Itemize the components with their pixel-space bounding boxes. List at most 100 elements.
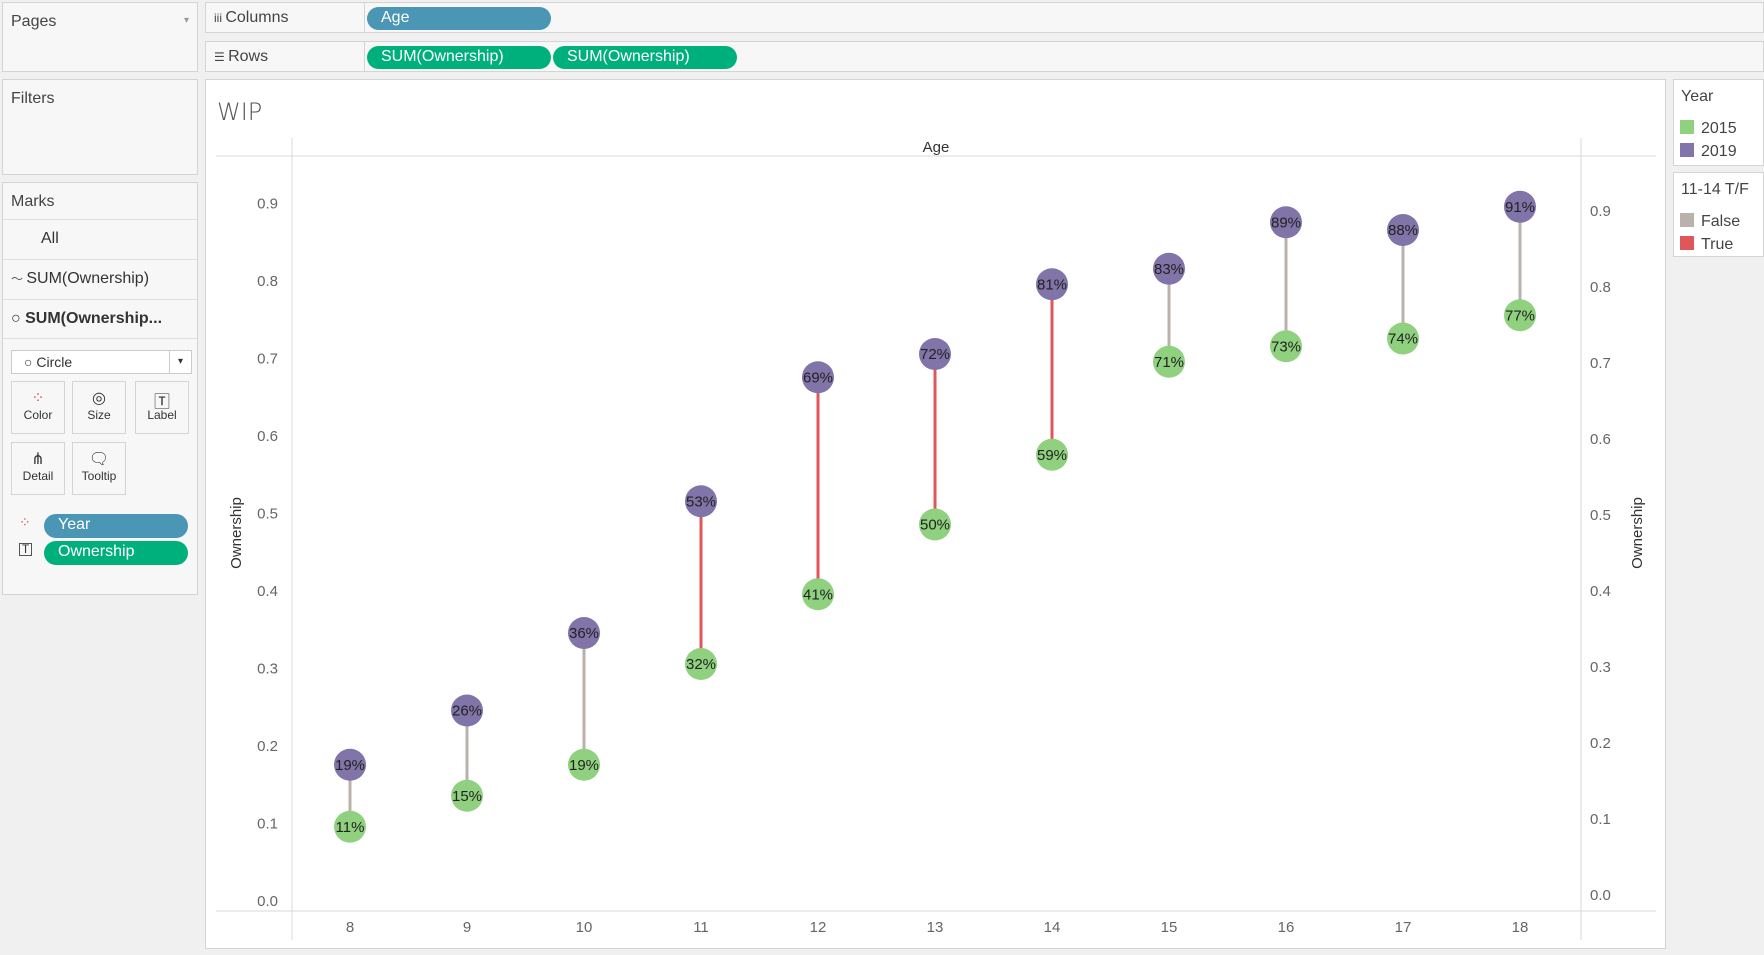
x-tick-label: 8	[346, 919, 354, 936]
pages-title: Pages	[11, 13, 57, 30]
button-label: Label	[147, 408, 177, 422]
columns-pill-age[interactable]: Age	[367, 7, 551, 30]
field-label: Year	[58, 516, 91, 533]
swatch	[1680, 236, 1694, 250]
text-label-icon: 🅃	[153, 394, 170, 411]
marks-all[interactable]: All	[3, 219, 197, 259]
data-label: 15%	[452, 788, 482, 805]
y-tick-label: 0.7	[257, 351, 278, 368]
legend-item-2019[interactable]: 2019	[1680, 143, 1737, 161]
color-button[interactable]: ⁘ Color	[11, 381, 65, 434]
marks-layer-line[interactable]: 〜 SUM(Ownership)	[3, 259, 197, 299]
size-button[interactable]: ◎ Size	[72, 381, 126, 434]
label-button[interactable]: 🅃 Label	[135, 381, 189, 434]
pill-label: Age	[381, 9, 410, 26]
text-label-icon: T	[19, 543, 32, 556]
filters-shelf[interactable]: Filters	[2, 79, 198, 175]
legend-label: False	[1701, 213, 1741, 230]
x-tick-label: 17	[1395, 919, 1412, 936]
x-tick-label: 14	[1044, 919, 1061, 936]
legend-item-true[interactable]: True	[1680, 236, 1733, 254]
pages-shelf[interactable]: Pages ▾	[2, 2, 198, 72]
y-tick-label-right: 0.5	[1590, 507, 1611, 524]
rows-shelf[interactable]: ☰ Rows SUM(Ownership) SUM(Ownership)	[205, 41, 1764, 72]
detail-icon: ⋔	[31, 451, 45, 468]
pill-label: SUM(Ownership)	[567, 48, 690, 65]
tooltip-button[interactable]: 🗨 Tooltip	[72, 442, 126, 495]
legend-title: 11-14 T/F	[1681, 181, 1749, 198]
x-tick-label: 18	[1512, 919, 1529, 936]
y-tick-label-right: 0.6	[1590, 431, 1611, 448]
data-label: 81%	[1037, 276, 1067, 293]
swatch	[1680, 213, 1694, 227]
columns-shelf[interactable]: iii Columns Age	[205, 2, 1764, 33]
data-label: 11%	[336, 819, 365, 836]
chevron-down-icon[interactable]: ▾	[169, 351, 191, 373]
layer-label: SUM(Ownership)	[26, 270, 150, 287]
marks-all-label: All	[41, 230, 59, 247]
x-tick-label: 16	[1278, 919, 1295, 936]
mark-type-dropdown[interactable]: ○ Circle ▾	[11, 350, 192, 374]
chevron-down-icon[interactable]: ▾	[184, 15, 189, 26]
y-tick-label-right: 0.4	[1590, 583, 1611, 600]
y-tick-label: 0.3	[257, 661, 278, 678]
data-label: 69%	[803, 369, 833, 386]
legend-item-false[interactable]: False	[1680, 213, 1740, 231]
y-tick-label-right: 0.8	[1590, 279, 1611, 296]
marks-field-year[interactable]: Year	[44, 514, 188, 538]
data-label: 26%	[452, 703, 482, 720]
rows-icon: ☰	[214, 50, 229, 64]
field-label: Ownership	[58, 543, 135, 560]
y-axis-title-right: Ownership	[1629, 497, 1646, 569]
data-label: 72%	[920, 346, 950, 363]
data-label: 88%	[1388, 222, 1418, 239]
filters-title: Filters	[11, 90, 55, 107]
legend-year: Year 2015 2019	[1673, 79, 1764, 166]
button-label: Tooltip	[81, 469, 117, 483]
legend-label: True	[1701, 236, 1734, 253]
data-label: 74%	[1388, 331, 1418, 348]
x-tick-label: 10	[576, 919, 593, 936]
data-label: 83%	[1154, 261, 1184, 278]
chart-svg: WIP Age Ownership Ownership 0.0 0.0 0.1 0.1…	[216, 98, 1656, 940]
y-tick-label-right: 0.0	[1590, 887, 1611, 904]
columns-icon: iii	[214, 11, 226, 25]
marks-layer-circle[interactable]: ○ SUM(Ownership...	[3, 299, 197, 339]
chart-title: WIP	[217, 98, 262, 126]
button-label: Color	[23, 408, 53, 422]
circle-icon: ○	[24, 354, 37, 370]
y-tick-label: 0.8	[257, 273, 278, 290]
x-tick-label: 13	[927, 919, 944, 936]
y-tick-label-right: 0.1	[1590, 811, 1611, 828]
legend-label: 2015	[1701, 120, 1737, 137]
swatch	[1680, 143, 1694, 157]
data-label: 89%	[1271, 214, 1301, 231]
data-label: 73%	[1271, 338, 1301, 355]
color-icon: ⁘	[19, 514, 31, 530]
data-label: 91%	[1505, 199, 1535, 216]
button-label: Size	[87, 408, 111, 422]
marks-field-ownership[interactable]: Ownership	[44, 541, 188, 565]
color-icon: ⁘	[31, 390, 45, 407]
size-icon: ◎	[92, 390, 106, 407]
legend-label: 2019	[1701, 143, 1737, 160]
y-tick-label: 0.2	[257, 738, 278, 755]
data-label: 41%	[803, 586, 833, 603]
y-tick-label: 0.6	[257, 428, 278, 445]
y-axis-title: Ownership	[228, 497, 245, 569]
x-axis-title: Age	[923, 139, 950, 156]
mark-type-value: Circle	[36, 354, 73, 370]
legend-item-2015[interactable]: 2015	[1680, 120, 1737, 138]
marks-card: Marks All 〜 SUM(Ownership) ○ SUM(Ownersh…	[2, 182, 198, 595]
rows-pill-2[interactable]: SUM(Ownership)	[553, 46, 737, 69]
x-tick-label: 9	[463, 919, 471, 936]
detail-button[interactable]: ⋔ Detail	[11, 442, 65, 495]
pill-label: SUM(Ownership)	[381, 48, 504, 65]
marks-title: Marks	[11, 193, 55, 210]
y-tick-label: 0.0	[257, 893, 278, 910]
data-label: 32%	[686, 656, 716, 673]
y-tick-label: 0.1	[257, 816, 278, 833]
swatch	[1680, 120, 1694, 134]
rows-pill-1[interactable]: SUM(Ownership)	[367, 46, 551, 69]
y-tick-label-right: 0.9	[1590, 203, 1611, 220]
